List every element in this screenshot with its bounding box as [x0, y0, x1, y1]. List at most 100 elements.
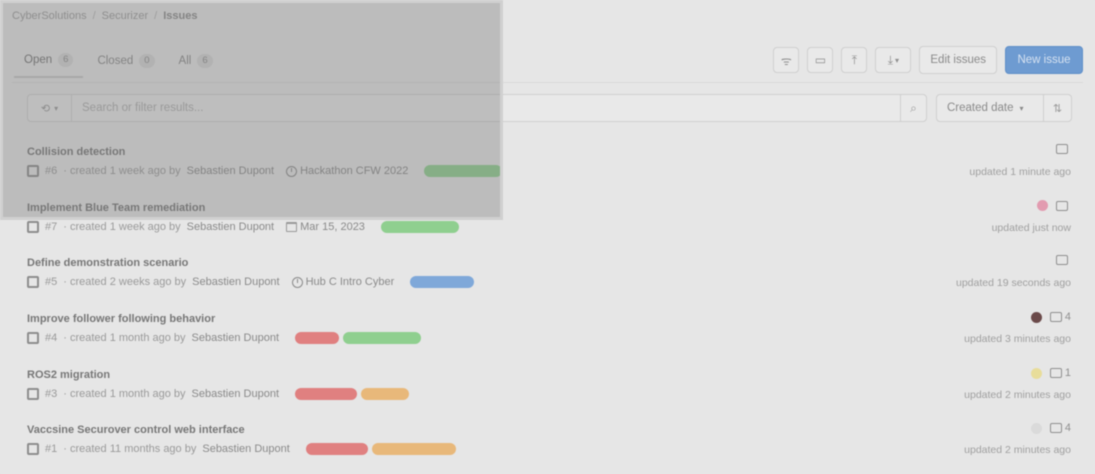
tab-all[interactable]: All 6 [169, 44, 223, 78]
label-badge[interactable] [343, 332, 421, 344]
issue-checkbox-icon[interactable] [27, 443, 39, 455]
comment-icon [1056, 200, 1068, 211]
issue-meta: #4 · created 1 month ago by Sebastien Du… [27, 332, 421, 344]
issue-milestone[interactable]: Mar 15, 2023 [286, 221, 365, 233]
label-badge[interactable] [305, 443, 368, 455]
issue-checkbox-icon[interactable] [27, 332, 39, 344]
label-badge[interactable] [410, 276, 475, 288]
issue-comments[interactable]: 1 [1049, 367, 1071, 379]
issue-id: #4 [45, 332, 58, 344]
breadcrumb-separator: / [92, 10, 96, 22]
export-dropdown[interactable]: ⤓ ▾ [875, 47, 912, 73]
issue-milestone-label: Mar 15, 2023 [300, 221, 365, 233]
tab-open[interactable]: Open 6 [14, 44, 84, 78]
search-button[interactable]: ⌕ [900, 95, 926, 121]
issue-meta: #5 · created 2 weeks ago by Sebastien Du… [27, 276, 475, 288]
issue-author[interactable]: Sebastien Dupont [192, 388, 279, 400]
edit-issues-button[interactable]: Edit issues [919, 46, 997, 74]
issue-checkbox-icon[interactable] [27, 165, 39, 177]
issue-title[interactable]: Define demonstration scenario [27, 257, 188, 269]
label-badge[interactable] [361, 388, 409, 400]
chevron-down-icon: ▾ [1019, 103, 1024, 113]
issue-row: ROS2 migration #3 · created 1 month ago … [0, 367, 1095, 425]
issue-updated: updated 3 minutes ago [964, 333, 1071, 345]
issue-labels [424, 165, 503, 177]
issue-comments[interactable]: 4 [1049, 311, 1071, 323]
issue-labels [295, 332, 421, 344]
issue-comment-count: 1 [1064, 367, 1071, 379]
issue-created: · created 11 months ago by [63, 443, 197, 455]
filter-history-dropdown[interactable]: ⟲ ▾ [28, 95, 72, 121]
issue-title[interactable]: Collision detection [27, 146, 125, 158]
breadcrumb-group[interactable]: CyberSolutions [12, 10, 87, 22]
issue-updated: updated just now [991, 222, 1071, 234]
tab-open-count: 6 [58, 53, 74, 67]
label-badge[interactable] [371, 443, 456, 455]
issue-id: #1 [45, 443, 58, 455]
issue-milestone[interactable]: Hub C Intro Cyber [291, 276, 394, 288]
calendar-button[interactable]: ▭ [807, 47, 834, 73]
issue-status [1056, 255, 1071, 265]
issue-state-tabs: Open 6 Closed 0 All 6 [14, 44, 223, 78]
issue-comments[interactable] [1056, 144, 1071, 154]
label-badge[interactable] [295, 332, 339, 344]
issue-row: Implement Blue Team remediation #7 · cre… [0, 200, 1095, 258]
sort-control: Created date ▾ ⇅ [936, 94, 1072, 122]
issue-author[interactable]: Sebastien Dupont [192, 276, 279, 288]
issue-author[interactable]: Sebastien Dupont [187, 165, 274, 177]
import-button[interactable]: ⤒ [841, 47, 868, 73]
label-badge[interactable] [424, 165, 503, 177]
issue-updated: updated 2 minutes ago [964, 444, 1071, 456]
comment-icon [1049, 368, 1062, 378]
issue-comment-count: 4 [1064, 422, 1071, 434]
issue-meta: #7 · created 1 week ago by Sebastien Dup… [27, 221, 459, 233]
rss-button[interactable]: ᯤ [773, 47, 800, 73]
issue-labels [380, 221, 459, 233]
issue-checkbox-icon[interactable] [27, 276, 39, 288]
issue-meta: #6 · created 1 week ago by Sebastien Dup… [27, 165, 503, 177]
comment-icon [1049, 423, 1062, 433]
issue-author[interactable]: Sebastien Dupont [192, 332, 279, 344]
issue-title[interactable]: Vaccsine Securover control web interface [27, 424, 245, 436]
issue-created: · created 1 month ago by [63, 388, 186, 400]
sort-dropdown[interactable]: Created date ▾ [936, 94, 1044, 122]
tab-closed[interactable]: Closed 0 [87, 44, 164, 78]
issue-meta: #3 · created 1 month ago by Sebastien Du… [27, 388, 409, 400]
filter-bar: ⟲ ▾ ⌕ [27, 94, 927, 122]
issue-labels [305, 443, 456, 455]
comment-icon [1056, 144, 1068, 154]
issue-milestone-label: Hackathon CFW 2022 [300, 165, 409, 177]
avatar[interactable] [1030, 422, 1042, 434]
issue-comments[interactable] [1056, 255, 1071, 265]
issue-title[interactable]: Implement Blue Team remediation [27, 202, 205, 214]
tab-all-label: All [178, 55, 192, 67]
label-badge[interactable] [380, 221, 459, 233]
issue-comments[interactable]: 4 [1049, 422, 1071, 434]
issue-id: #7 [45, 221, 58, 233]
issue-actions: ᯤ ▭ ⤒ ⤓ ▾ Edit issues New issue [773, 46, 1083, 74]
issue-author[interactable]: Sebastien Dupont [187, 221, 274, 233]
avatar[interactable] [1030, 311, 1042, 323]
label-badge[interactable] [295, 388, 357, 400]
tab-open-label: Open [24, 54, 53, 66]
issue-meta: #1 · created 11 months ago by Sebastien … [27, 443, 456, 455]
avatar[interactable] [1037, 200, 1048, 211]
breadcrumb-project[interactable]: Securizer [102, 10, 148, 22]
issue-title[interactable]: ROS2 migration [27, 369, 110, 381]
new-issue-button[interactable]: New issue [1005, 46, 1083, 74]
issue-checkbox-icon[interactable] [27, 221, 39, 233]
issue-status: 4 [1030, 311, 1071, 323]
tab-closed-count: 0 [139, 54, 155, 68]
avatar[interactable] [1030, 367, 1042, 379]
issue-checkbox-icon[interactable] [27, 388, 39, 400]
comment-icon [1049, 312, 1062, 322]
issue-title[interactable]: Improve follower following behavior [27, 313, 215, 325]
issue-comments[interactable] [1056, 200, 1071, 211]
issue-updated: updated 19 seconds ago [955, 277, 1071, 289]
breadcrumb-current[interactable]: Issues [163, 10, 197, 22]
issue-milestone[interactable]: Hackathon CFW 2022 [286, 165, 408, 177]
issue-author[interactable]: Sebastien Dupont [202, 443, 289, 455]
download-icon: ⤓ [887, 52, 894, 67]
sort-direction-button[interactable]: ⇅ [1044, 94, 1072, 122]
search-input[interactable] [72, 102, 900, 114]
